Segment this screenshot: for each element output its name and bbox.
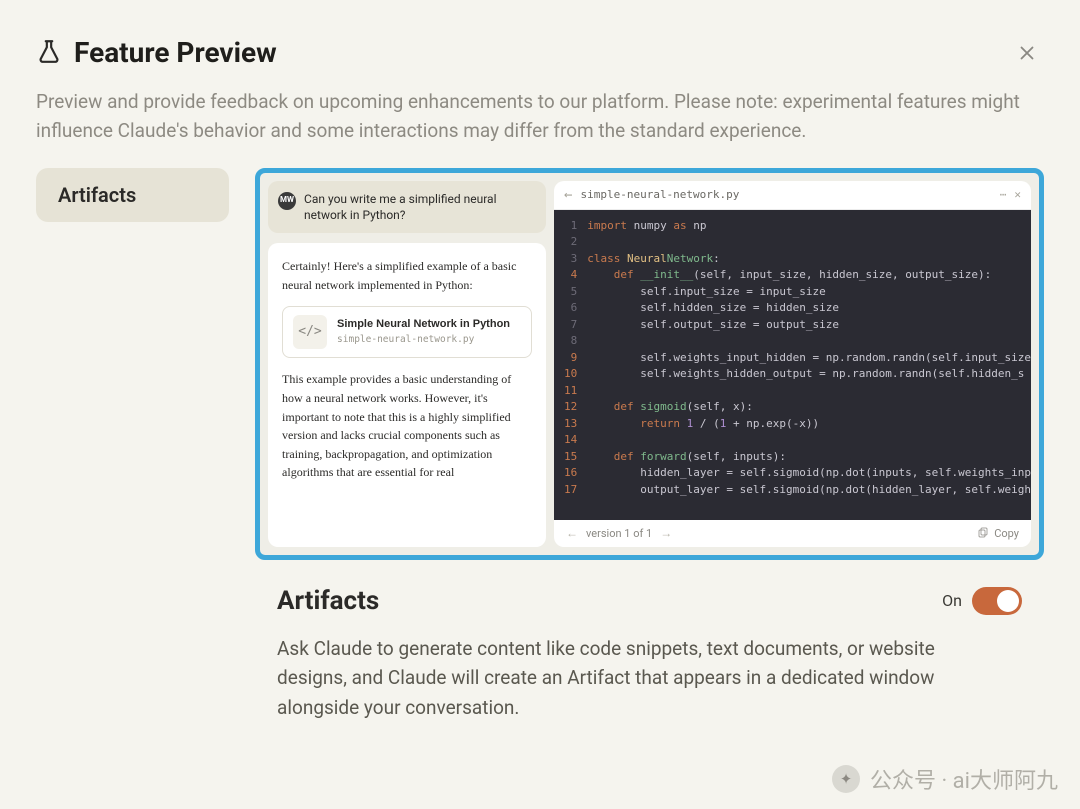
back-arrow-icon[interactable]: ← — [564, 187, 572, 203]
user-message-text: Can you write me a simplified neural net… — [304, 191, 536, 223]
watermark-text: 公众号 · ai大师阿九 — [870, 763, 1058, 795]
preview-code-pane: ← simple-neural-network.py ⋯ ✕ 123456789… — [554, 181, 1031, 547]
code-filename: simple-neural-network.py — [580, 188, 991, 201]
preview-chat-column: MW Can you write me a simplified neural … — [268, 181, 546, 547]
toggle-wrap: On — [942, 587, 1022, 615]
toggle-label: On — [942, 591, 962, 610]
clipboard-icon — [977, 526, 989, 541]
sidebar-tab-label: Artifacts — [58, 183, 136, 207]
preview-thumbnail: MW Can you write me a simplified neural … — [255, 168, 1044, 560]
feature-description: Ask Claude to generate content like code… — [277, 634, 937, 722]
title-wrap: Feature Preview — [36, 36, 277, 69]
user-message-bubble: MW Can you write me a simplified neural … — [268, 181, 546, 233]
close-icon — [1016, 52, 1038, 67]
artifact-card-filename: simple-neural-network.py — [337, 333, 510, 348]
artifact-card-title: Simple Neural Network in Python — [337, 317, 510, 331]
feature-toggle[interactable] — [972, 587, 1022, 615]
version-prev-icon[interactable]: ← — [566, 526, 578, 540]
avatar: MW — [278, 192, 296, 210]
modal-header: Feature Preview — [36, 36, 1044, 73]
assistant-outro-text: This example provides a basic understand… — [282, 370, 532, 482]
version-text: version 1 of 1 — [586, 527, 652, 540]
feature-preview-modal: Feature Preview Preview and provide feed… — [0, 0, 1080, 772]
watermark: ✦ 公众号 · ai大师阿九 — [832, 763, 1058, 795]
feature-header: Artifacts On — [277, 586, 1022, 616]
wechat-icon: ✦ — [832, 765, 860, 793]
feature-description-block: Artifacts On Ask Claude to generate cont… — [255, 560, 1044, 762]
modal-body: Artifacts MW Can you write me a simplifi… — [36, 168, 1044, 762]
more-icon[interactable]: ⋯ — [1000, 188, 1007, 201]
code-pane-footer: ← version 1 of 1 → Copy — [554, 520, 1031, 547]
modal-subtitle: Preview and provide feedback on upcoming… — [36, 87, 1044, 146]
assistant-intro-text: Certainly! Here's a simplified example o… — [282, 257, 532, 294]
copy-button[interactable]: Copy — [977, 526, 1019, 541]
modal-title: Feature Preview — [74, 36, 277, 69]
flask-icon — [36, 38, 62, 68]
close-code-icon[interactable]: ✕ — [1014, 188, 1021, 201]
code-pane-header: ← simple-neural-network.py ⋯ ✕ — [554, 181, 1031, 210]
toggle-knob — [997, 590, 1019, 612]
feature-title: Artifacts — [277, 586, 379, 616]
code-icon: </> — [293, 315, 327, 349]
artifact-card-texts: Simple Neural Network in Python simple-n… — [337, 317, 510, 348]
close-button[interactable] — [1010, 36, 1044, 73]
copy-label: Copy — [994, 527, 1019, 540]
detail-column: MW Can you write me a simplified neural … — [255, 168, 1044, 762]
sidebar-tab-artifacts[interactable]: Artifacts — [36, 168, 229, 222]
assistant-message-bubble: Certainly! Here's a simplified example o… — [268, 243, 546, 547]
version-next-icon[interactable]: → — [660, 526, 672, 540]
version-nav: ← version 1 of 1 → — [566, 526, 672, 540]
code-area: 1234567891011121314151617import numpy as… — [554, 210, 1031, 520]
artifact-card[interactable]: </> Simple Neural Network in Python simp… — [282, 306, 532, 358]
